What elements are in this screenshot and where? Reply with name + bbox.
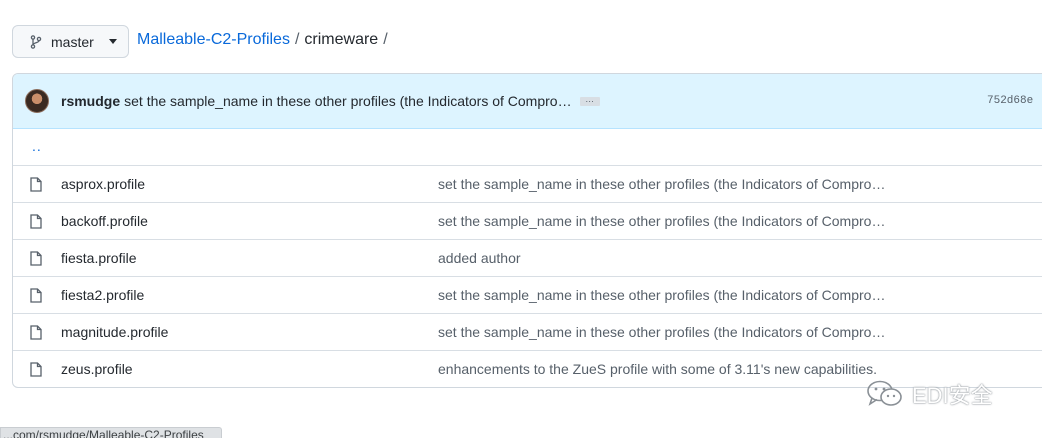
status-url-tooltip: ...com/rsmudge/Malleable-C2-Profiles (0, 427, 222, 438)
file-icon (30, 251, 42, 271)
file-icon (30, 325, 42, 345)
file-commit-message[interactable]: enhancements to the ZueS profile with so… (438, 361, 877, 377)
file-row[interactable]: magnitude.profile set the sample_name in … (13, 313, 1042, 350)
commit-expand-button[interactable]: … (579, 94, 600, 106)
file-name-link[interactable]: fiesta2.profile (61, 287, 144, 303)
file-commit-message[interactable]: added author (438, 250, 521, 266)
file-row[interactable]: asprox.profile set the sample_name in the… (13, 165, 1042, 202)
file-icon (30, 362, 42, 382)
breadcrumb-repo-link[interactable]: Malleable-C2-Profiles (137, 31, 290, 49)
file-row[interactable]: fiesta.profile added author (13, 239, 1042, 276)
watermark-text: EDI安全 (912, 383, 993, 408)
file-icon (30, 214, 42, 234)
file-row[interactable]: backoff.profile set the sample_name in th… (13, 202, 1042, 239)
parent-directory-link[interactable]: .. (32, 138, 42, 154)
branch-select-button[interactable]: master (12, 25, 129, 58)
commit-author[interactable]: rsmudge (61, 93, 120, 109)
file-name-link[interactable]: backoff.profile (61, 213, 148, 229)
file-name-link[interactable]: fiesta.profile (61, 250, 136, 266)
file-commit-message[interactable]: set the sample_name in these other profi… (438, 176, 885, 192)
file-name-link[interactable]: magnitude.profile (61, 324, 168, 340)
breadcrumb-separator: / (383, 31, 388, 48)
parent-directory-row[interactable]: .. (13, 129, 1042, 165)
commit-message[interactable]: set the sample_name in these other profi… (124, 93, 571, 109)
breadcrumb-separator: / (294, 31, 300, 48)
git-branch-icon (30, 34, 42, 49)
file-icon (30, 177, 42, 197)
latest-commit-bar: rsmudge set the sample_name in these oth… (13, 74, 1042, 129)
branch-label: master (51, 33, 94, 50)
file-list-box: rsmudge set the sample_name in these oth… (12, 73, 1042, 388)
file-commit-message[interactable]: set the sample_name in these other profi… (438, 324, 885, 340)
file-name-link[interactable]: zeus.profile (61, 361, 133, 377)
file-commit-message[interactable]: set the sample_name in these other profi… (438, 287, 885, 303)
file-icon (30, 288, 42, 308)
chevron-down-icon (108, 39, 117, 44)
commit-sha[interactable]: 752d68e (987, 95, 1033, 107)
watermark: EDI安全 (866, 378, 993, 410)
breadcrumb: Malleable-C2-Profiles / crimeware / (137, 31, 388, 49)
wechat-icon (866, 379, 904, 409)
file-row[interactable]: fiesta2.profile set the sample_name in th… (13, 276, 1042, 313)
breadcrumb-current-folder: crimeware (304, 31, 379, 48)
file-commit-message[interactable]: set the sample_name in these other profi… (438, 213, 885, 229)
avatar[interactable] (25, 89, 49, 113)
file-name-link[interactable]: asprox.profile (61, 176, 145, 192)
